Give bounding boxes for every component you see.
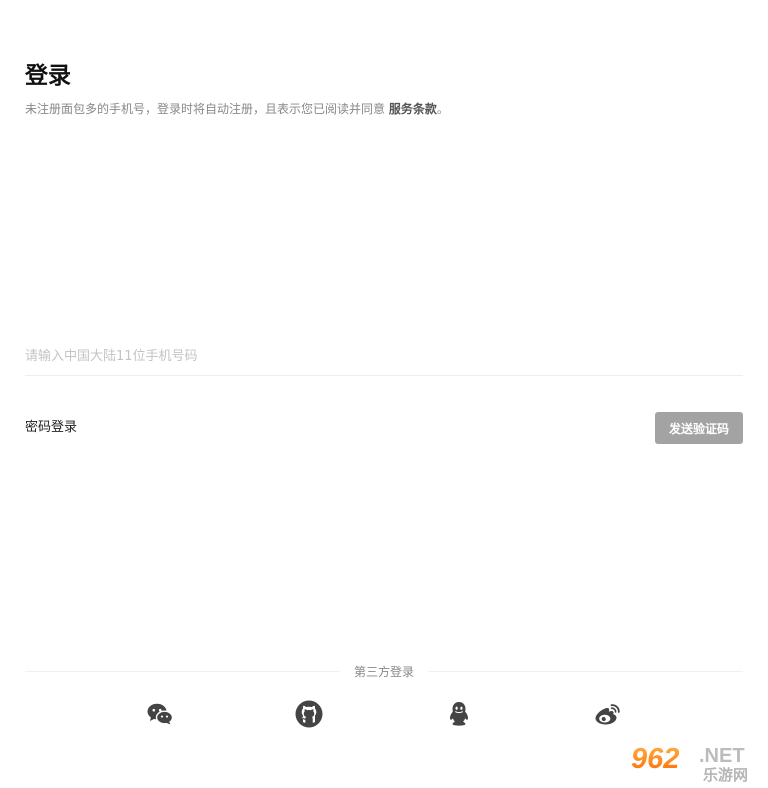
weibo-login-button[interactable] [594, 700, 622, 728]
phone-number-input[interactable] [25, 338, 743, 374]
terms-of-service-link[interactable]: 服务条款 [389, 102, 437, 116]
wechat-icon [147, 703, 173, 725]
page-title: 登录 [25, 63, 71, 89]
watermark-cn: 乐游网 [703, 766, 748, 784]
notice-end: 。 [436, 102, 449, 116]
watermark-suffix: .NET [699, 745, 745, 767]
qq-icon [449, 702, 469, 726]
third-party-divider: 第三方登录 [25, 662, 743, 682]
weibo-icon [595, 704, 620, 725]
github-icon [295, 700, 323, 728]
password-login-link[interactable]: 密码登录 [25, 418, 77, 438]
registration-notice: 未注册面包多的手机号，登录时将自动注册，且表示您已阅读并同意 服务条款。 [25, 100, 449, 118]
site-watermark-logo: 962 .NET 乐游网 [630, 742, 748, 784]
phone-field [25, 338, 743, 376]
qq-login-button[interactable] [445, 700, 473, 728]
github-login-button[interactable] [295, 700, 323, 728]
notice-text: 未注册面包多的手机号，登录时将自动注册，且表示您已阅读并同意 [25, 102, 389, 116]
wechat-login-button[interactable] [146, 700, 174, 728]
third-party-login-label: 第三方登录 [353, 665, 414, 679]
send-code-button[interactable]: 发送验证码 [655, 412, 743, 444]
watermark-number: 962 [631, 743, 679, 775]
